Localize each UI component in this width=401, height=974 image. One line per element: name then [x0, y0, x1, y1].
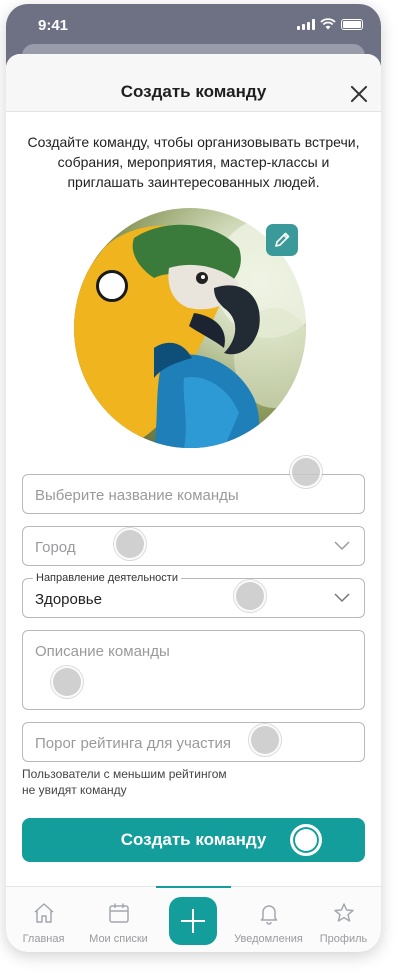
- activity-label: Направление деятельности: [33, 572, 181, 584]
- status-time: 9:41: [38, 17, 69, 34]
- create-team-sheet: Создать команду Создайте команду, чтобы …: [6, 54, 381, 952]
- star-icon: [334, 903, 354, 922]
- cellular-signal-icon: [297, 18, 315, 30]
- rating-hint: Пользователи с меньшим рейтингом не увид…: [22, 766, 227, 798]
- tab-notifications-label: Уведомления: [234, 933, 303, 945]
- chevron-down-icon: [334, 541, 350, 551]
- rating-hint-line: не увидят команду: [22, 783, 127, 797]
- chevron-down-icon: [334, 593, 350, 603]
- activity-select[interactable]: Направление деятельности Здоровье: [22, 572, 365, 618]
- status-bar: 9:41: [6, 4, 381, 48]
- touch-indicator: [114, 528, 146, 560]
- rating-threshold-placeholder: Порог рейтинга для участия: [35, 735, 232, 752]
- status-icons: [297, 18, 363, 30]
- close-button[interactable]: [349, 84, 369, 104]
- city-select[interactable]: Город: [22, 526, 365, 566]
- tab-my-lists-label: Мои списки: [89, 933, 148, 945]
- create-fab-button[interactable]: [169, 897, 217, 945]
- intro-text: Создайте команду, чтобы организовывать в…: [27, 134, 360, 190]
- tab-home-label: Главная: [22, 933, 65, 945]
- team-name-placeholder: Выберите название команды: [35, 487, 239, 504]
- tab-my-lists[interactable]: Мои списки: [81, 887, 156, 952]
- rating-hint-line: Пользователи с меньшим рейтингом: [22, 767, 227, 781]
- touch-indicator: [51, 666, 83, 698]
- city-placeholder: Город: [35, 539, 76, 556]
- tab-home[interactable]: Главная: [6, 887, 81, 952]
- tab-profile[interactable]: Профиль: [306, 887, 381, 952]
- active-tab-indicator: [156, 886, 231, 888]
- tab-profile-label: Профиль: [319, 933, 368, 945]
- rating-threshold-field[interactable]: Порог рейтинга для участия: [22, 722, 365, 762]
- page-title: Создать команду: [120, 82, 267, 101]
- bell-icon: [260, 905, 278, 925]
- activity-value: Здоровье: [35, 591, 102, 608]
- sheet-header: Создать команду: [6, 54, 381, 112]
- tab-notifications[interactable]: Уведомления: [231, 887, 306, 952]
- plus-icon: [181, 909, 205, 933]
- bottom-tab-bar: Главная Мои списки Уведомления Профиль: [6, 886, 381, 952]
- pencil-icon: [275, 232, 290, 247]
- touch-indicator: [96, 270, 128, 302]
- edit-avatar-button[interactable]: [266, 224, 298, 256]
- calendar-icon: [109, 903, 129, 923]
- touch-indicator: [290, 456, 322, 488]
- battery-icon: [341, 18, 363, 30]
- description-placeholder: Описание команды: [35, 643, 170, 660]
- home-icon: [34, 903, 54, 923]
- touch-indicator: [290, 824, 322, 856]
- touch-indicator: [234, 580, 266, 612]
- phone-frame: 9:41 Создать команду Создайте команду, ч…: [6, 4, 381, 952]
- wifi-icon: [320, 18, 336, 30]
- touch-indicator: [249, 724, 281, 756]
